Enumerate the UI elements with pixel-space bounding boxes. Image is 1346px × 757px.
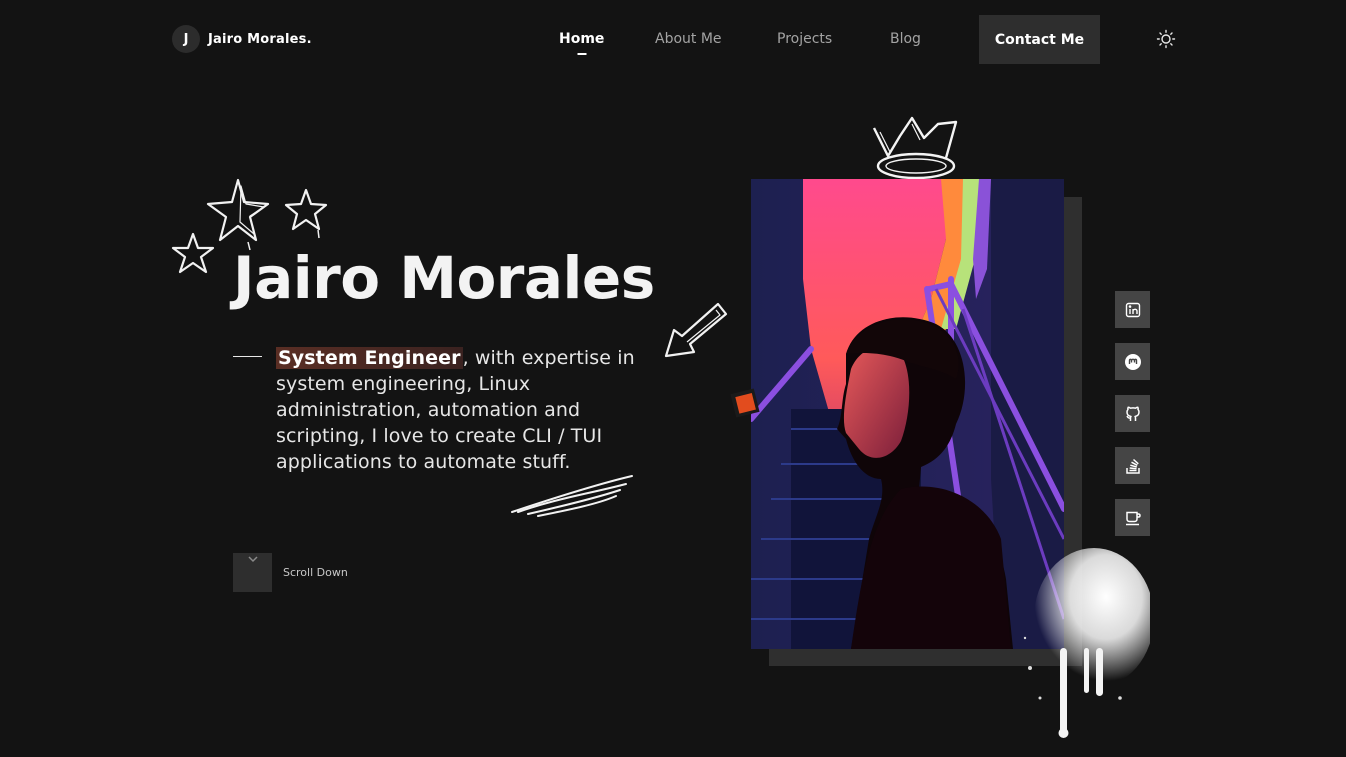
nav-active-indicator (577, 53, 587, 55)
logo[interactable]: J Jairo Morales. (172, 25, 312, 53)
hero-title: Jairo Morales (233, 244, 655, 312)
logo-badge: J (172, 25, 200, 53)
nav-about[interactable]: About Me (655, 31, 722, 47)
chevron-down-icon (247, 556, 258, 563)
scribble-doodle-icon (511, 475, 633, 517)
coffee-icon (1125, 511, 1141, 525)
nav-home[interactable]: Home (559, 31, 605, 55)
coffee-button[interactable] (1115, 499, 1150, 536)
hero-description: System Engineer, with expertise in syste… (276, 345, 646, 475)
mastodon-button[interactable] (1115, 343, 1150, 380)
crown-doodle-icon (872, 116, 958, 180)
logo-text: Jairo Morales. (208, 31, 312, 47)
linkedin-button[interactable] (1115, 291, 1150, 328)
stackoverflow-button[interactable] (1115, 447, 1150, 484)
arrow-doodle-icon (664, 302, 728, 358)
role-highlight: System Engineer (276, 347, 463, 369)
paint-splatter-decoration (1023, 548, 1150, 738)
nav-projects[interactable]: Projects (777, 31, 832, 47)
github-icon (1125, 405, 1140, 421)
nav-blog[interactable]: Blog (890, 31, 921, 47)
sun-icon[interactable] (1156, 29, 1176, 49)
scroll-down-label: Scroll Down (283, 566, 348, 579)
github-button[interactable] (1115, 395, 1150, 432)
nav-home-label: Home (559, 31, 605, 47)
scroll-down-button[interactable] (233, 553, 272, 592)
mastodon-icon (1124, 353, 1141, 370)
linkedin-icon (1125, 302, 1140, 317)
stackoverflow-icon (1125, 458, 1140, 474)
contact-button[interactable]: Contact Me (979, 15, 1100, 64)
orange-square-decoration (730, 388, 760, 418)
intro-divider (233, 356, 262, 357)
